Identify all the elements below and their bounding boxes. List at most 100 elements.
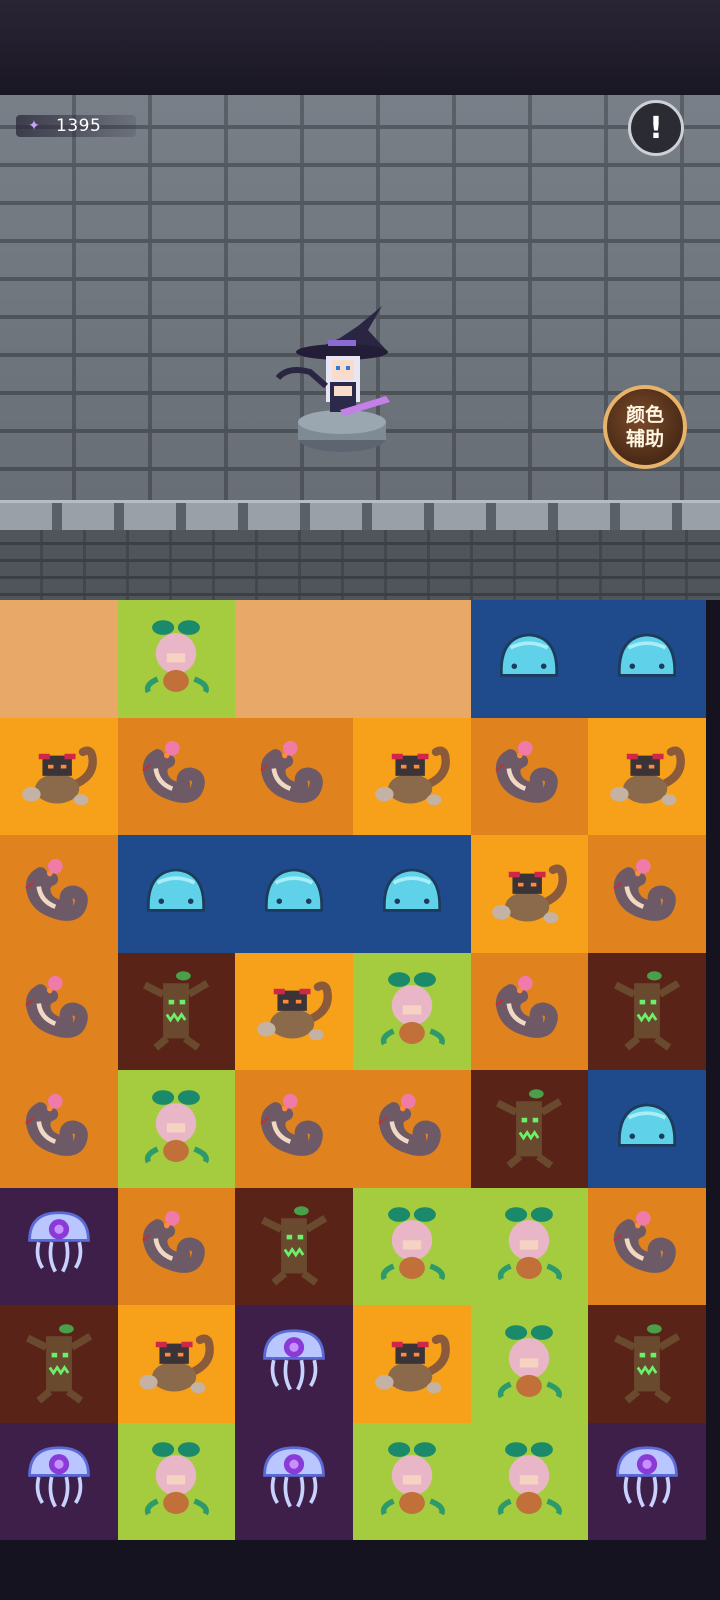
tile-snake[interactable]: [352, 1070, 471, 1188]
tile-snake[interactable]: [470, 717, 589, 835]
jellyfish-icon: [601, 1433, 693, 1529]
mandrake-icon: [483, 1198, 575, 1294]
snake-icon: [366, 1081, 458, 1177]
treant-icon: [601, 963, 693, 1059]
slime-icon: [601, 1081, 693, 1177]
snake-icon: [601, 1198, 693, 1294]
tile-snake[interactable]: [235, 1070, 353, 1188]
currency-counter: ✦ 1395: [16, 115, 136, 137]
tile-snake[interactable]: [235, 717, 353, 835]
tile-slime[interactable]: [235, 835, 353, 953]
scorpion-icon: [483, 846, 575, 942]
treant-icon: [130, 963, 222, 1059]
mandrake-icon: [130, 1433, 222, 1529]
snake-icon: [13, 846, 105, 942]
snake-icon: [130, 1198, 222, 1294]
tile-treant[interactable]: [470, 1070, 589, 1188]
battlement: [0, 500, 720, 533]
empty-cell: [352, 600, 471, 718]
alert-button[interactable]: !: [628, 100, 684, 156]
tile-snake[interactable]: [0, 1070, 118, 1188]
mandrake-icon: [130, 611, 222, 707]
empty-cell: [0, 600, 118, 718]
slime-icon: [130, 846, 222, 942]
snake-icon: [601, 846, 693, 942]
tile-snake[interactable]: [117, 1187, 236, 1305]
mandrake-icon: [483, 1433, 575, 1529]
tile-scorpion[interactable]: [235, 952, 353, 1070]
tile-scorpion[interactable]: [470, 835, 589, 953]
snake-icon: [483, 963, 575, 1059]
tile-slime[interactable]: [588, 600, 706, 718]
tile-snake[interactable]: [0, 835, 118, 953]
scorpion-icon: [601, 728, 693, 824]
tile-jellyfish[interactable]: [235, 1422, 353, 1540]
jellyfish-icon: [13, 1198, 105, 1294]
tile-scorpion[interactable]: [352, 1305, 471, 1423]
tile-jellyfish[interactable]: [0, 1187, 118, 1305]
tile-snake[interactable]: [0, 952, 118, 1070]
tile-mandrake[interactable]: [352, 1187, 471, 1305]
slime-icon: [366, 846, 458, 942]
tile-treant[interactable]: [588, 1305, 706, 1423]
tile-snake[interactable]: [117, 717, 236, 835]
treant-icon: [13, 1316, 105, 1412]
tile-snake[interactable]: [470, 952, 589, 1070]
mandrake-icon: [366, 1198, 458, 1294]
mandrake-icon: [366, 1433, 458, 1529]
scorpion-icon: [248, 963, 340, 1059]
tile-jellyfish[interactable]: [235, 1305, 353, 1423]
tile-scorpion[interactable]: [117, 1305, 236, 1423]
tile-mandrake[interactable]: [352, 1422, 471, 1540]
snake-icon: [13, 963, 105, 1059]
jellyfish-icon: [13, 1433, 105, 1529]
tile-mandrake[interactable]: [470, 1422, 589, 1540]
butterfly-gem-icon: ✦: [28, 118, 40, 134]
tile-scorpion[interactable]: [0, 717, 118, 835]
top-band: [0, 0, 720, 95]
snake-icon: [130, 728, 222, 824]
scorpion-icon: [366, 1316, 458, 1412]
snake-icon: [483, 728, 575, 824]
tile-mandrake[interactable]: [117, 600, 236, 718]
mandrake-icon: [366, 963, 458, 1059]
mandrake-icon: [483, 1316, 575, 1412]
witch-hero: [270, 300, 420, 470]
tile-snake[interactable]: [588, 835, 706, 953]
exclamation-icon: !: [649, 110, 663, 146]
tile-snake[interactable]: [588, 1187, 706, 1305]
tile-mandrake[interactable]: [352, 952, 471, 1070]
bottom-strip: [0, 1540, 720, 1600]
tile-mandrake[interactable]: [470, 1305, 589, 1423]
scorpion-icon: [130, 1316, 222, 1412]
tile-slime[interactable]: [470, 600, 589, 718]
scorpion-icon: [13, 728, 105, 824]
tile-slime[interactable]: [352, 835, 471, 953]
scorpion-icon: [366, 728, 458, 824]
color-assist-button[interactable]: 颜色辅助: [603, 385, 687, 469]
tile-slime[interactable]: [117, 835, 236, 953]
treant-icon: [248, 1198, 340, 1294]
lower-wall: [0, 530, 720, 610]
tile-jellyfish[interactable]: [588, 1422, 706, 1540]
slime-icon: [483, 611, 575, 707]
tile-mandrake[interactable]: [117, 1070, 236, 1188]
tile-scorpion[interactable]: [588, 717, 706, 835]
jellyfish-icon: [248, 1316, 340, 1412]
tile-mandrake[interactable]: [117, 1422, 236, 1540]
tile-scorpion[interactable]: [352, 717, 471, 835]
tile-mandrake[interactable]: [470, 1187, 589, 1305]
snake-icon: [13, 1081, 105, 1177]
mandrake-icon: [130, 1081, 222, 1177]
empty-cell: [235, 600, 353, 718]
tile-treant[interactable]: [588, 952, 706, 1070]
tile-treant[interactable]: [235, 1187, 353, 1305]
tile-treant[interactable]: [117, 952, 236, 1070]
treant-icon: [601, 1316, 693, 1412]
treant-icon: [483, 1081, 575, 1177]
tile-treant[interactable]: [0, 1305, 118, 1423]
jellyfish-icon: [248, 1433, 340, 1529]
tile-jellyfish[interactable]: [0, 1422, 118, 1540]
tile-slime[interactable]: [588, 1070, 706, 1188]
slime-icon: [248, 846, 340, 942]
